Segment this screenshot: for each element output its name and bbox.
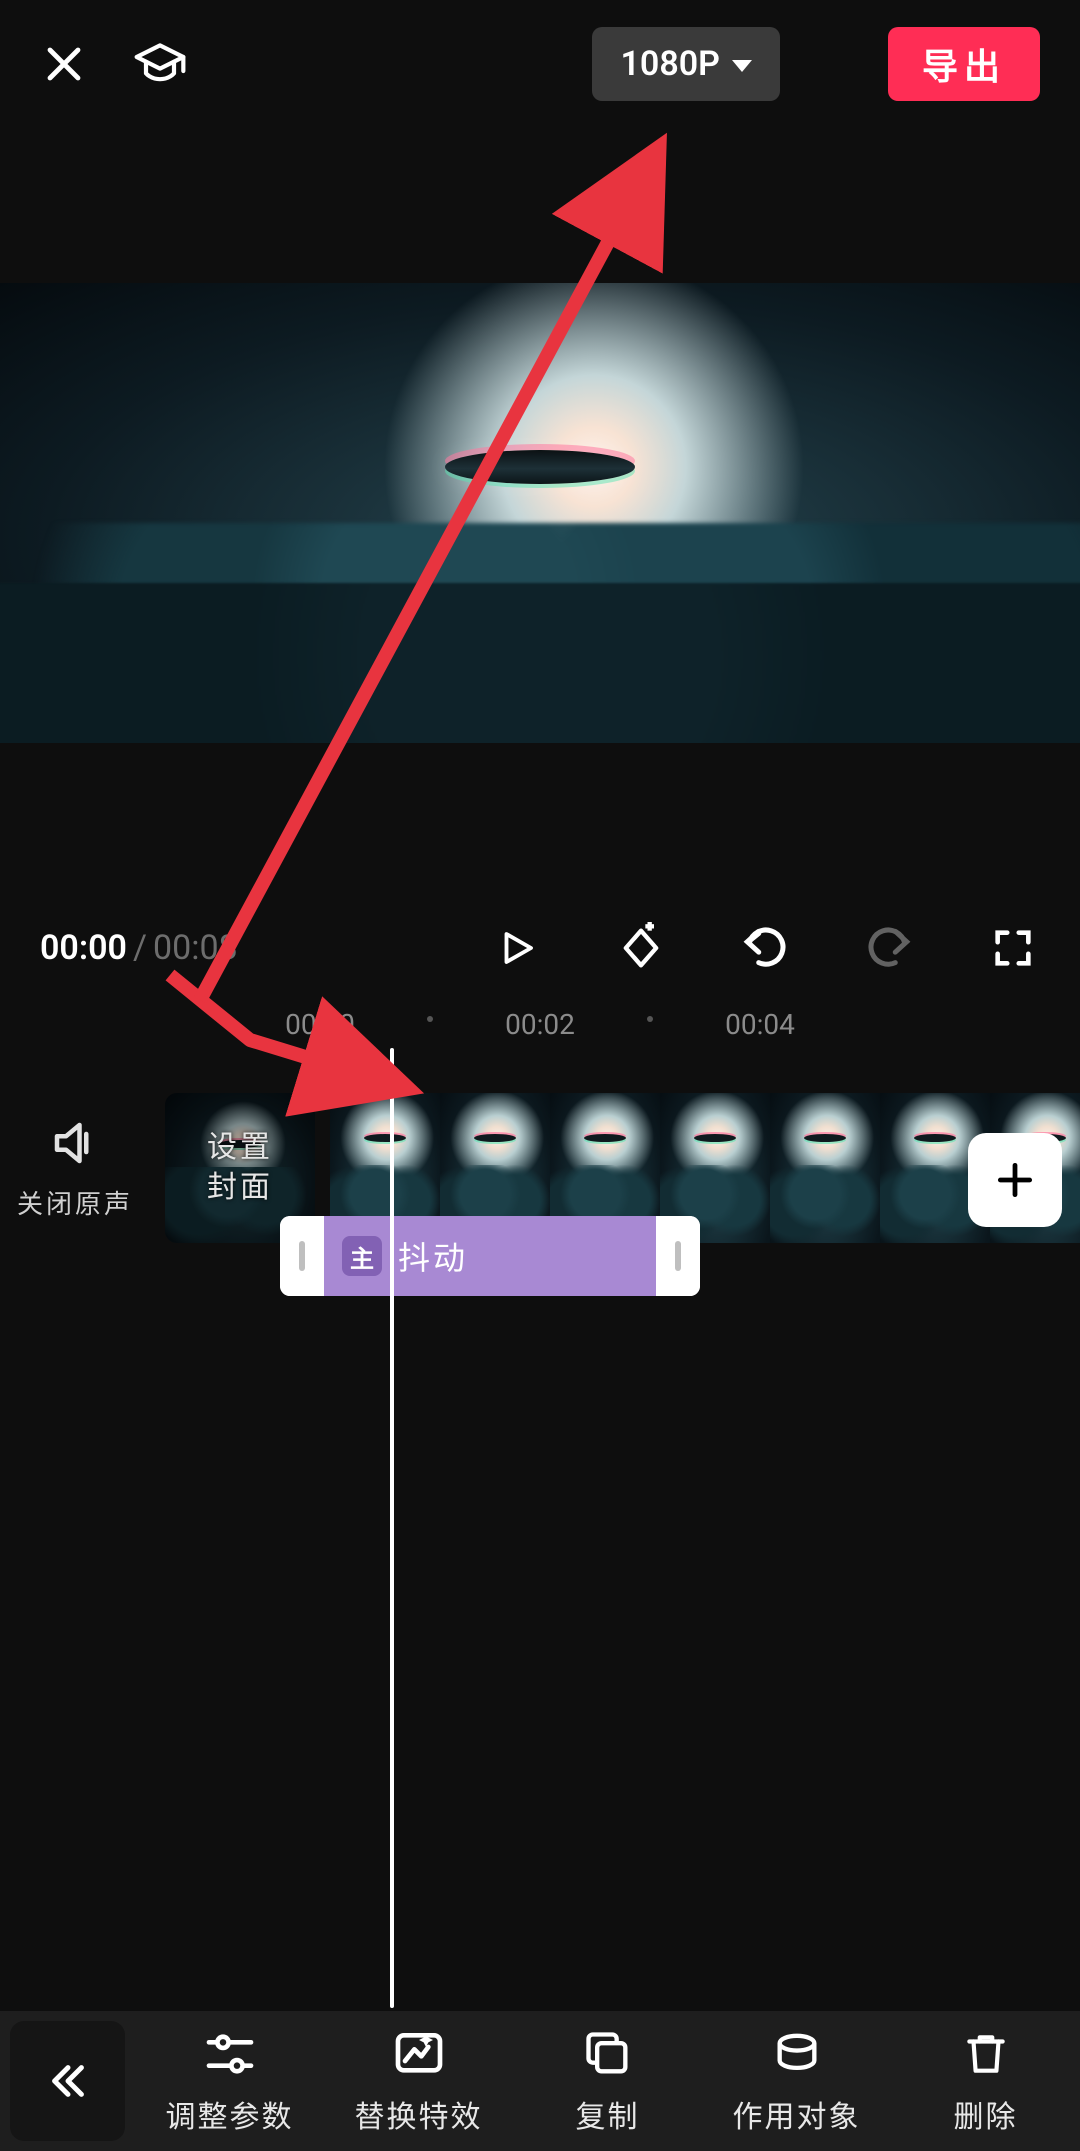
replace-effect-button[interactable]: 替换特效 (334, 2026, 504, 2136)
current-time: 00:00 (40, 928, 127, 968)
close-button[interactable] (40, 40, 88, 88)
play-button[interactable] (490, 921, 544, 975)
adjust-params-button[interactable]: 调整参数 (145, 2026, 315, 2136)
effect-name: 抖动 (398, 1233, 468, 1279)
ruler-dot (647, 1016, 653, 1022)
ruler-tick: 00:02 (505, 1008, 575, 1041)
copy-button[interactable]: 复制 (523, 2026, 693, 2136)
sliders-icon (202, 2026, 258, 2082)
cover-label-line: 封面 (207, 1168, 273, 1208)
effect-badge: 主 (342, 1236, 382, 1276)
total-time: 00:08 (153, 928, 238, 968)
ruler-tick: 00:00 (285, 1008, 355, 1041)
effect-clip[interactable]: 主 抖动 (280, 1216, 700, 1296)
export-button[interactable]: 导出 (888, 27, 1040, 101)
replace-effect-icon (391, 2026, 447, 2082)
tool-label: 复制 (576, 2092, 640, 2136)
mute-label: 关闭原声 (17, 1184, 133, 1221)
playhead[interactable] (390, 1048, 394, 2008)
fullscreen-button[interactable] (986, 921, 1040, 975)
preview-area[interactable] (0, 128, 1080, 898)
export-label: 导出 (922, 38, 1006, 90)
tool-label: 作用对象 (733, 2092, 861, 2136)
time-separator: / (133, 928, 147, 968)
undo-button[interactable] (738, 921, 792, 975)
delete-button[interactable]: 删除 (901, 2026, 1071, 2136)
timeline[interactable]: 00:00 00:02 00:04 关闭原声 设置 封面 (0, 998, 1080, 2008)
mute-original-button[interactable]: 关闭原声 (0, 1116, 150, 1221)
target-object-icon (771, 2026, 823, 2082)
time-ruler[interactable]: 00:00 00:02 00:04 (0, 998, 1080, 1048)
resolution-value: 1080P (620, 44, 720, 84)
tool-label: 替换特效 (355, 2092, 483, 2136)
keyframe-button[interactable] (614, 921, 668, 975)
tool-label: 调整参数 (166, 2092, 294, 2136)
effect-handle-left[interactable] (280, 1216, 324, 1296)
chevron-down-icon (732, 60, 752, 72)
tool-label: 删除 (954, 2092, 1018, 2136)
trash-icon (961, 2026, 1011, 2082)
ruler-tick: 00:04 (725, 1008, 795, 1041)
cover-label-line: 设置 (207, 1128, 273, 1168)
resolution-select[interactable]: 1080P (592, 27, 780, 101)
effect-handle-right[interactable] (656, 1216, 700, 1296)
apply-target-button[interactable]: 作用对象 (712, 2026, 882, 2136)
tutorial-button[interactable] (132, 36, 188, 92)
copy-icon (582, 2026, 634, 2082)
collapse-toolbar-button[interactable] (10, 2021, 125, 2141)
add-clip-button[interactable] (968, 1133, 1062, 1227)
ruler-dot (427, 1016, 433, 1022)
redo-button[interactable] (862, 921, 916, 975)
